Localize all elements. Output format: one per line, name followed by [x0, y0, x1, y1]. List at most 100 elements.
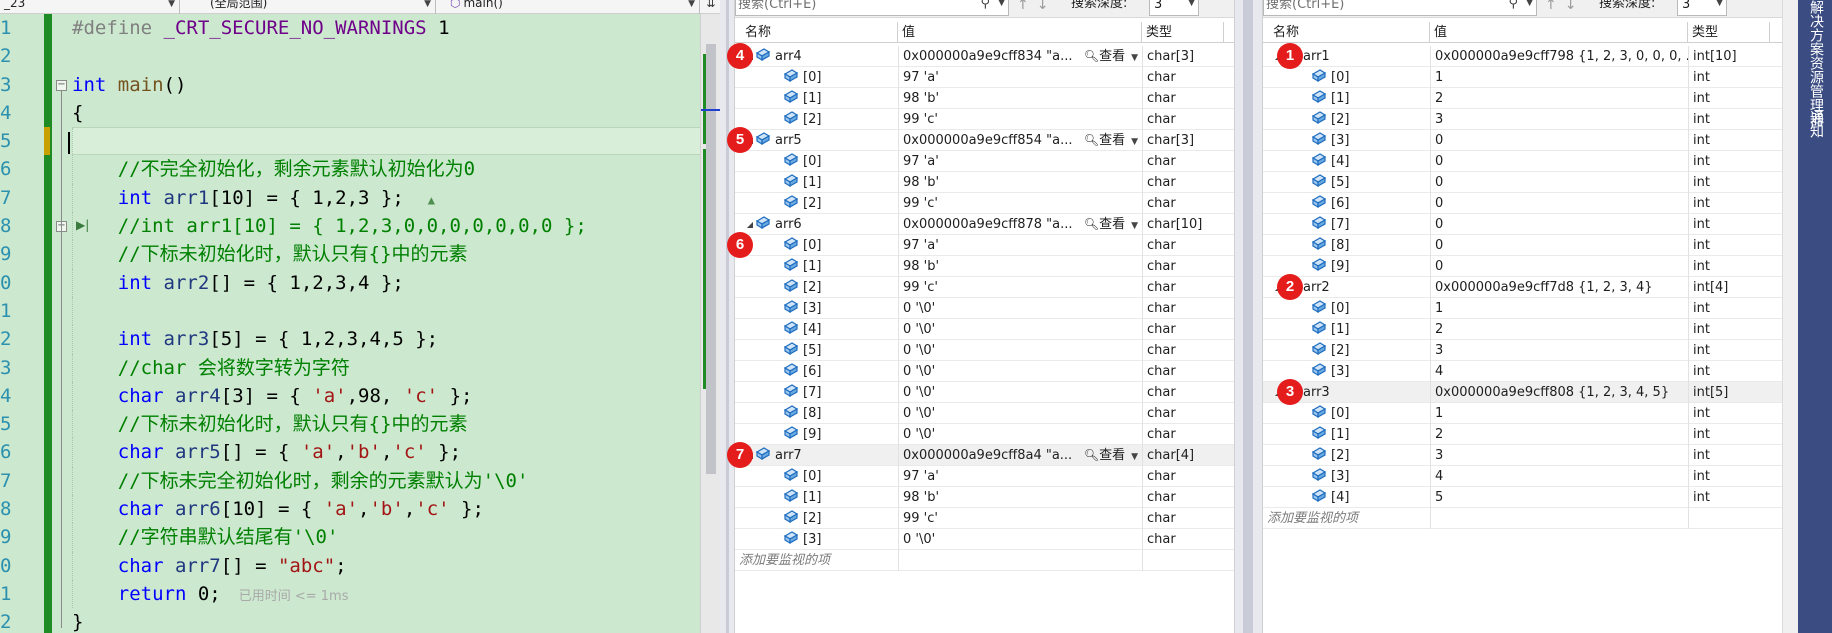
view-visualizer-button[interactable]: 🔍︎查看 ▼	[1082, 445, 1138, 466]
code-line[interactable]	[68, 127, 700, 157]
watch-row[interactable]: [0] 1 int	[1263, 403, 1782, 424]
watch-value-cell[interactable]: 0x000000a9e9cff834 "a... 🔍︎查看 ▼	[898, 46, 1142, 67]
watch-row[interactable]: [8] 0 int	[1263, 235, 1782, 256]
tab-notifications[interactable]: 通知	[1806, 110, 1826, 138]
watch-value-cell[interactable]: 3	[1430, 340, 1688, 361]
watch-row[interactable]: [6] 0 '\0' char	[735, 361, 1234, 382]
code-line[interactable]: //下标未初始化时，默认只有{}中的元素	[72, 240, 700, 269]
watch-row[interactable]: [1] 98 'b' char	[735, 256, 1234, 277]
watch-row[interactable]: [9] 0 int	[1263, 256, 1782, 277]
watch-value-cell[interactable]: 0x000000a9e9cff798 {1, 2, 3, 0, 0, 0, ..…	[1430, 46, 1688, 67]
watch-row[interactable]: [3] 4 int	[1263, 361, 1782, 382]
watch-row[interactable]: ◢arr30x000000a9e9cff808 {1, 2, 3, 4, 5}i…	[1263, 379, 1782, 405]
watch-value-cell[interactable]: 0 '\0'	[898, 361, 1142, 382]
watch-row[interactable]: [1] 98 'b' char	[735, 487, 1234, 508]
code-editor[interactable]: _23 ▼ (全局范围) ▼ ⬡ main() ▼ ⇊ 1234567890123…	[0, 0, 721, 633]
view-visualizer-button[interactable]: 🔍︎查看 ▼	[1082, 130, 1138, 151]
watch-value-cell[interactable]: 0 '\0'	[898, 319, 1142, 340]
watch-value-cell[interactable]: 0	[1430, 214, 1688, 235]
watch-value-cell[interactable]: 0	[1430, 193, 1688, 214]
chevron-down-icon[interactable]: ▼	[1131, 221, 1138, 231]
watch-row[interactable]: [6] 0 int	[1263, 193, 1782, 214]
column-type-header[interactable]: 类型	[1142, 22, 1224, 43]
view-visualizer-button[interactable]: 🔍︎查看 ▼	[1082, 214, 1138, 235]
watch-value-cell[interactable]: 0x000000a9e9cff8a4 "a... 🔍︎查看 ▼	[898, 445, 1142, 466]
watch-value-cell[interactable]: 2	[1430, 424, 1688, 445]
watch-value-cell[interactable]: 97 'a'	[898, 67, 1142, 88]
watch-value-cell[interactable]: 98 'b'	[898, 88, 1142, 109]
watch-value-cell[interactable]: 2	[1430, 319, 1688, 340]
code-line[interactable]: //int arr1[10] = { 1,2,3,0,0,0,0,0,0,0 }…	[72, 212, 700, 241]
watch-row[interactable]: [4] 5 int	[1263, 487, 1782, 508]
column-name-header[interactable]: 名称	[735, 22, 898, 43]
code-line[interactable]: //char 会将数字转为字符	[72, 353, 700, 382]
column-value-header[interactable]: 值	[898, 22, 1142, 43]
code-line[interactable]: char arr6[10] = { 'a','b','c' };	[72, 495, 700, 524]
code-line[interactable]: int arr1[10] = { 1,2,3 }; ▲	[72, 183, 700, 213]
code-line[interactable]	[72, 42, 700, 70]
watch-value-cell[interactable]: 0 '\0'	[898, 529, 1142, 550]
watch-row[interactable]: [9] 0 '\0' char	[735, 424, 1234, 445]
chevron-down-icon[interactable]: ▼	[998, 0, 1005, 9]
watch-value-cell[interactable]: 0 '\0'	[898, 340, 1142, 361]
watch-row[interactable]: [0] 1 int	[1263, 67, 1782, 88]
watch-row[interactable]: [1] 2 int	[1263, 424, 1782, 445]
add-watch-row[interactable]: 添加要监视的项	[1263, 508, 1782, 529]
search-navigation[interactable]: ↑↓	[1017, 0, 1056, 13]
code-line[interactable]	[72, 296, 700, 326]
watch-row[interactable]: [0] 97 'a' char	[735, 466, 1234, 487]
watch-row[interactable]: [2] 99 'c' char	[735, 193, 1234, 214]
watch-value-cell[interactable]: 0	[1430, 151, 1688, 172]
arrow-down-icon[interactable]: ↓	[1037, 0, 1057, 13]
watch-value-cell[interactable]: 0	[1430, 256, 1688, 277]
arrow-up-icon[interactable]: ↑	[1017, 0, 1037, 13]
watch-row[interactable]: [7] 0 '\0' char	[735, 382, 1234, 403]
watch-value-cell[interactable]: 0x000000a9e9cff7d8 {1, 2, 3, 4}	[1430, 277, 1688, 298]
watch-value-cell[interactable]: 0	[1430, 235, 1688, 256]
search-icon[interactable]: ⚲	[980, 0, 990, 10]
watch-row[interactable]: ◢ arr6 0x000000a9e9cff878 "a... 🔍︎查看 ▼ char[1…	[735, 214, 1234, 235]
chevron-down-icon[interactable]: ▼	[1131, 137, 1138, 147]
watch-value-cell[interactable]: 98 'b'	[898, 172, 1142, 193]
search-depth-select[interactable]: 3 ▼	[1149, 0, 1199, 16]
watch-row[interactable]: ◢arr7 0x000000a9e9cff8a4 "a... 🔍︎查看 ▼ char[4…	[727, 442, 1234, 468]
watch-row[interactable]: [7] 0 int	[1263, 214, 1782, 235]
watch-value-cell[interactable]: 99 'c'	[898, 508, 1142, 529]
code-line[interactable]: char arr5[] = { 'a','b','c' };	[72, 438, 700, 467]
code-line[interactable]: char arr4[3] = { 'a',98, 'c' };	[72, 381, 700, 411]
watch-value-cell[interactable]: 1	[1430, 67, 1688, 88]
code-line[interactable]: return 0; 已用时间 <= 1ms	[72, 579, 700, 609]
add-watch-row[interactable]: 添加要监视的项	[735, 550, 1234, 571]
search-input[interactable]: 搜索(Ctrl+E) ⚲ ▼	[735, 0, 1009, 16]
watch-row[interactable]: [3] 0 '\0' char	[735, 298, 1234, 319]
watch-value-cell[interactable]: 5	[1430, 487, 1688, 508]
watch-value-cell[interactable]: 0 '\0'	[898, 298, 1142, 319]
collapse-toggle-icon[interactable]: −	[56, 79, 67, 91]
code-line[interactable]: //下标未初始化时，默认只有{}中的元素	[72, 410, 700, 439]
watch-value-cell[interactable]: 0 '\0'	[898, 382, 1142, 403]
perf-tip[interactable]: 已用时间 <= 1ms	[239, 589, 349, 604]
code-line[interactable]: //下标未完全初始化时，剩余的元素默认为'\0'	[72, 466, 700, 496]
watch-row[interactable]: [8] 0 '\0' char	[735, 403, 1234, 424]
column-name-header[interactable]: 名称	[1263, 22, 1430, 43]
watch-row[interactable]: [3] 0 int	[1263, 130, 1782, 151]
watch-row[interactable]: [1] 98 'b' char	[735, 172, 1234, 193]
watch-value-cell[interactable]: 97 'a'	[898, 466, 1142, 487]
watch-row[interactable]: ◢arr20x000000a9e9cff7d8 {1, 2, 3, 4}int[…	[1263, 274, 1782, 300]
code-line[interactable]: //不完全初始化，剩余元素默认初始化为0	[72, 155, 700, 184]
watch-value-cell[interactable]: 98 'b'	[898, 256, 1142, 277]
watch-row[interactable]: ◢arr5 0x000000a9e9cff854 "a... 🔍︎查看 ▼ char[3…	[727, 127, 1234, 153]
view-visualizer-button[interactable]: 🔍︎查看 ▼	[1082, 46, 1138, 67]
editor-vertical-scrollbar[interactable]	[700, 14, 721, 633]
watch-row[interactable]: [1] 2 int	[1263, 319, 1782, 340]
watch-value-cell[interactable]: 3	[1430, 109, 1688, 130]
watch-value-cell[interactable]: 99 'c'	[898, 109, 1142, 130]
watch-row[interactable]: [2] 99 'c' char	[735, 277, 1234, 298]
search-depth-select[interactable]: 3 ▼	[1677, 0, 1727, 16]
watch-value-cell[interactable]: 0 '\0'	[898, 403, 1142, 424]
watch-row[interactable]: [4] 0 int	[1263, 151, 1782, 172]
watch-row[interactable]: ◢arr4 0x000000a9e9cff834 "a... 🔍︎查看 ▼ char[3…	[727, 43, 1234, 69]
column-type-header[interactable]: 类型	[1688, 22, 1770, 43]
panel-splitter[interactable]	[1234, 0, 1262, 633]
watch-value-cell[interactable]: 0	[1430, 172, 1688, 193]
